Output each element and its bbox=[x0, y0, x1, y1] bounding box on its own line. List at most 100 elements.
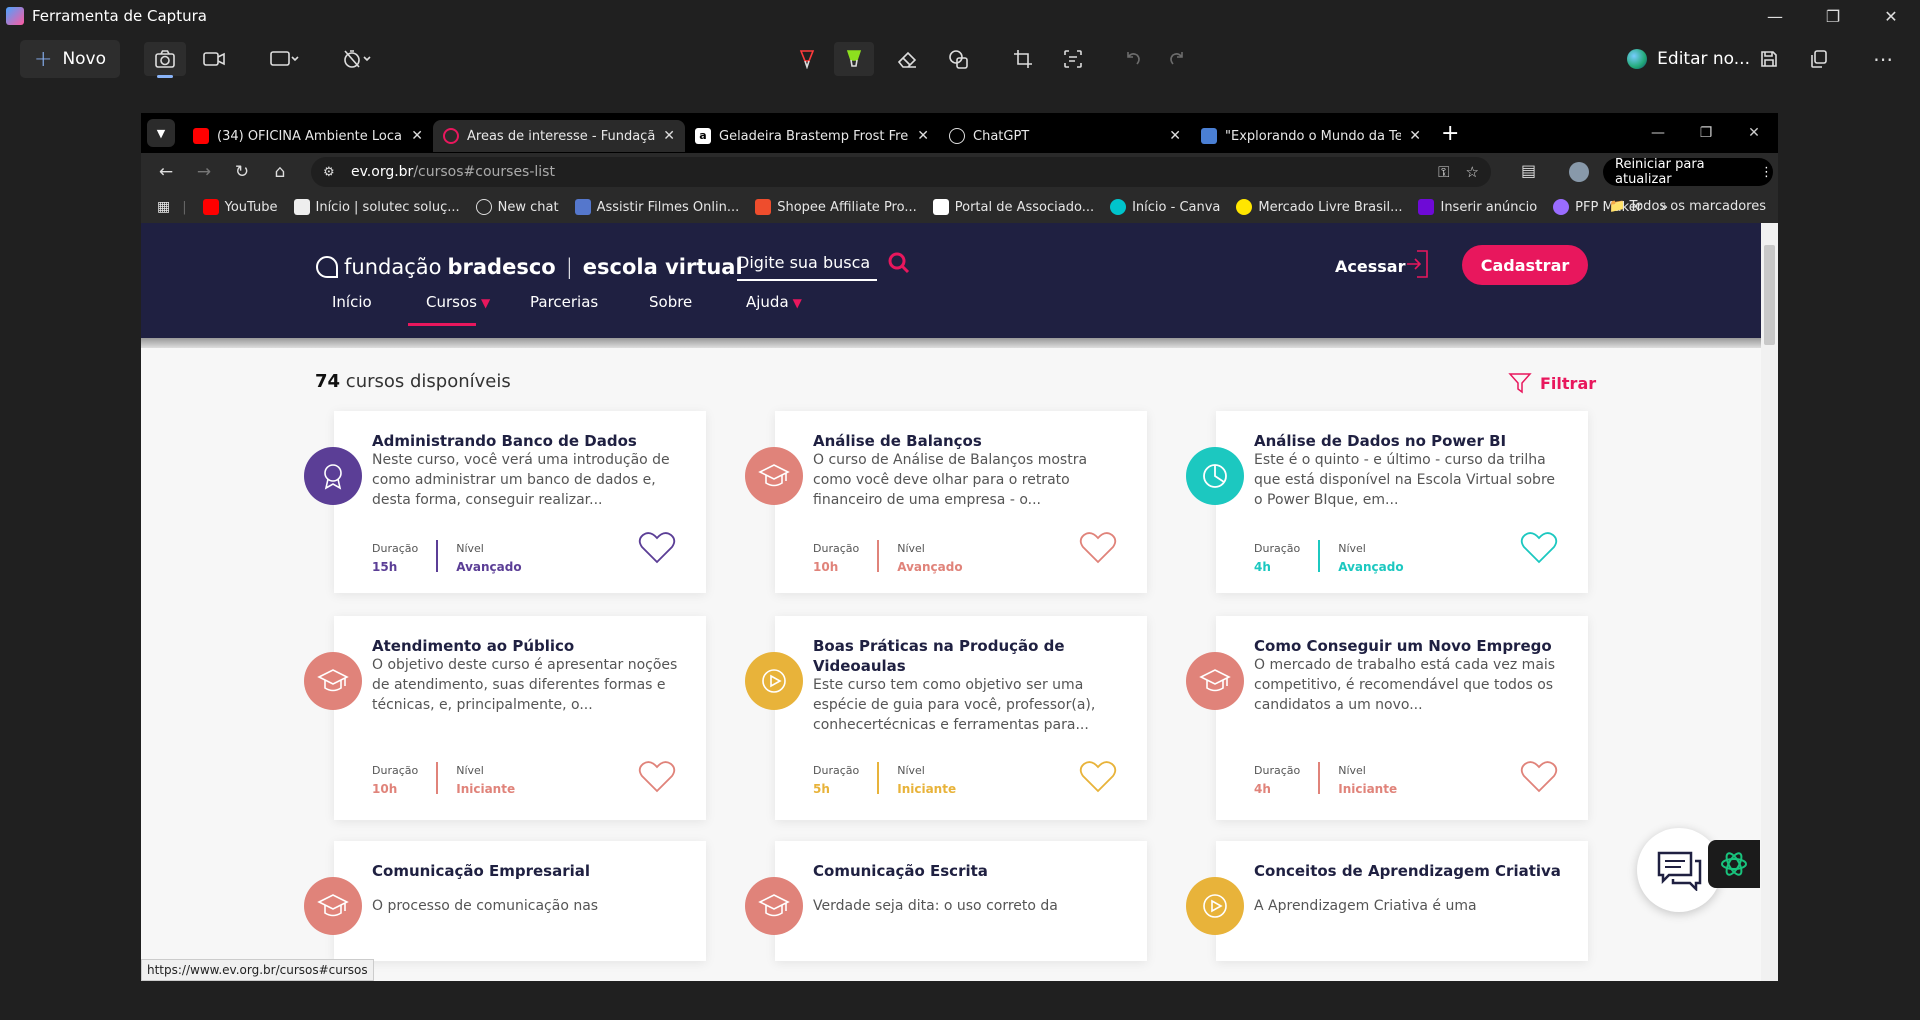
bookmark-mercado-livre[interactable]: Mercado Livre Brasil... bbox=[1236, 199, 1402, 215]
scrollbar-thumb[interactable] bbox=[1764, 245, 1775, 345]
bookmark-star-icon[interactable]: ☆ bbox=[1466, 163, 1479, 181]
course-card[interactable]: Análise de Balanços O curso de Análise de… bbox=[745, 411, 1147, 593]
nav-cursos[interactable]: Cursos ▼ bbox=[426, 293, 490, 311]
close-icon[interactable]: ✕ bbox=[1169, 128, 1181, 144]
bookmark-shopee[interactable]: Shopee Affiliate Pro... bbox=[755, 199, 917, 215]
password-key-icon[interactable]: ⚿ bbox=[1438, 163, 1449, 181]
tab-search-button[interactable]: ▼ bbox=[147, 119, 175, 147]
bookmark-amazon-associados[interactable]: Portal de Associado... bbox=[932, 199, 1094, 215]
text-actions-button[interactable] bbox=[1054, 42, 1092, 76]
more-options-button[interactable]: ⋯ bbox=[1866, 42, 1900, 76]
apps-grid-icon[interactable]: ▦ bbox=[157, 199, 170, 215]
course-title[interactable]: Administrando Banco de Dados bbox=[372, 431, 682, 451]
new-tab-button[interactable]: + bbox=[1441, 121, 1459, 146]
course-card[interactable]: Administrando Banco de Dados Neste curso,… bbox=[304, 411, 706, 593]
bookmark-filmes[interactable]: Assistir Filmes Onlin... bbox=[574, 199, 739, 215]
tab-explorando[interactable]: "Explorando o Mundo da Tecno ✕ bbox=[1191, 120, 1431, 152]
crop-button[interactable] bbox=[1004, 42, 1042, 76]
course-title[interactable]: Análise de Dados no Power BI bbox=[1254, 431, 1564, 451]
minimize-button[interactable]: — bbox=[1746, 0, 1804, 32]
close-icon[interactable]: ✕ bbox=[1409, 128, 1421, 144]
reload-button[interactable]: ↻ bbox=[223, 162, 261, 182]
fundacao-bradesco-logo[interactable]: fundação bradesco | escola virtual bbox=[316, 255, 743, 279]
tab-chatgpt[interactable]: ChatGPT ✕ bbox=[939, 120, 1191, 152]
search-input[interactable]: Digite sua busca bbox=[737, 253, 877, 281]
search-icon[interactable] bbox=[887, 251, 911, 275]
undo-icon bbox=[1127, 52, 1140, 65]
forward-button[interactable]: → bbox=[185, 162, 223, 182]
tab-youtube[interactable]: (34) OFICINA Ambiente Local Ja ✕ bbox=[183, 120, 433, 152]
site-header: fundação bradesco | escola virtual Digit… bbox=[141, 223, 1761, 348]
favorite-heart-icon[interactable] bbox=[1079, 531, 1117, 569]
video-mode-button[interactable] bbox=[194, 42, 234, 76]
edit-in-app-button[interactable]: Editar no... bbox=[1627, 42, 1750, 76]
site-info-icon[interactable]: ⚙ bbox=[323, 165, 335, 180]
home-button[interactable]: ⌂ bbox=[261, 162, 299, 182]
favorite-heart-icon[interactable] bbox=[1079, 760, 1117, 798]
undo-button[interactable] bbox=[1116, 42, 1150, 76]
browser-close-button[interactable]: ✕ bbox=[1730, 113, 1778, 153]
close-icon[interactable]: ✕ bbox=[663, 128, 675, 144]
course-title[interactable]: Como Conseguir um Novo Emprego bbox=[1254, 636, 1564, 656]
bookmark-new-chat[interactable]: New chat bbox=[475, 199, 559, 215]
course-card[interactable]: Análise de Dados no Power BI Este é o qui… bbox=[1186, 411, 1588, 593]
browser-restore-button[interactable]: ❐ bbox=[1682, 113, 1730, 153]
course-title[interactable]: Análise de Balanços bbox=[813, 431, 1123, 451]
course-card[interactable]: Comunicação Escrita Verdade seja dita: o … bbox=[745, 841, 1147, 961]
restart-to-update-button[interactable]: Reiniciar para atualizar ⋮ bbox=[1603, 157, 1773, 187]
profile-avatar[interactable] bbox=[1569, 162, 1589, 182]
shapes-button[interactable] bbox=[940, 42, 978, 76]
course-card[interactable]: Atendimento ao Público O objetivo deste c… bbox=[304, 616, 706, 820]
nav-sobre[interactable]: Sobre bbox=[649, 293, 692, 311]
close-button[interactable]: ✕ bbox=[1862, 0, 1920, 32]
favorite-heart-icon[interactable] bbox=[638, 531, 676, 569]
favorite-heart-icon[interactable] bbox=[638, 760, 676, 798]
login-link[interactable]: Acessar bbox=[1335, 257, 1405, 276]
ballpoint-pen-button[interactable] bbox=[788, 42, 826, 76]
course-title[interactable]: Conceitos de Aprendizagem Criativa bbox=[1254, 861, 1564, 881]
bookmarks-bar: ▦ | YouTube Início | solutec soluç... Ne… bbox=[141, 191, 1778, 223]
favorite-heart-icon[interactable] bbox=[1520, 760, 1558, 798]
bookmark-canva[interactable]: Início - Canva bbox=[1110, 199, 1220, 215]
nav-inicio[interactable]: Início bbox=[332, 293, 372, 311]
all-bookmarks-folder[interactable]: 📁 Todos os marcadores bbox=[1609, 199, 1766, 214]
extensions-icon[interactable]: ▤ bbox=[1521, 161, 1536, 180]
course-card[interactable]: Como Conseguir um Novo Emprego O mercado … bbox=[1186, 616, 1588, 820]
screenshot-mode-button[interactable] bbox=[144, 42, 186, 78]
signup-button[interactable]: Cadastrar bbox=[1462, 245, 1588, 285]
course-card[interactable]: Comunicação Empresarial O processo de com… bbox=[304, 841, 706, 961]
bookmark-olx[interactable]: Inserir anúncio bbox=[1418, 199, 1537, 215]
snip-mode-dropdown[interactable] bbox=[262, 42, 308, 76]
page-scrollbar[interactable] bbox=[1761, 223, 1778, 981]
course-title[interactable]: Atendimento ao Público bbox=[372, 636, 682, 656]
address-input[interactable]: ⚙ ev.org.br/cursos#courses-list ⚿ ☆ bbox=[311, 157, 1491, 187]
course-card[interactable]: Boas Práticas na Produção de Videoaulas E… bbox=[745, 616, 1147, 820]
maximize-button[interactable]: ❐ bbox=[1804, 0, 1862, 32]
course-title[interactable]: Comunicação Escrita bbox=[813, 861, 1123, 881]
eraser-button[interactable] bbox=[888, 42, 926, 76]
close-icon[interactable]: ✕ bbox=[917, 128, 929, 144]
bookmark-solutec[interactable]: Início | solutec soluç... bbox=[293, 199, 460, 215]
back-button[interactable]: ← bbox=[147, 162, 185, 182]
course-title[interactable]: Boas Práticas na Produção de Videoaulas bbox=[813, 636, 1123, 676]
new-capture-button[interactable]: + Novo bbox=[20, 40, 120, 78]
redo-button[interactable] bbox=[1160, 42, 1194, 76]
bookmark-youtube[interactable]: YouTube bbox=[202, 199, 278, 215]
favorite-heart-icon[interactable] bbox=[1520, 531, 1558, 569]
filter-button[interactable]: Filtrar bbox=[1508, 371, 1596, 395]
course-card[interactable]: Conceitos de Aprendizagem Criativa A Apre… bbox=[1186, 841, 1588, 961]
tab-amazon[interactable]: a Geladeira Brastemp Frost Free I ✕ bbox=[685, 120, 939, 152]
copy-button[interactable] bbox=[1802, 42, 1836, 76]
login-icon[interactable] bbox=[1405, 249, 1431, 279]
course-title[interactable]: Comunicação Empresarial bbox=[372, 861, 682, 881]
nav-ajuda[interactable]: Ajuda ▼ bbox=[746, 293, 802, 311]
close-icon[interactable]: ✕ bbox=[411, 128, 423, 144]
chatgpt-extension-button[interactable] bbox=[1708, 840, 1760, 888]
youtube-icon bbox=[193, 128, 209, 144]
save-button[interactable] bbox=[1752, 42, 1786, 76]
tab-fundacao-bradesco[interactable]: Áreas de interesse - Fundação B ✕ bbox=[433, 120, 685, 152]
browser-minimize-button[interactable]: — bbox=[1634, 113, 1682, 153]
highlighter-button[interactable] bbox=[834, 42, 874, 76]
nav-parcerias[interactable]: Parcerias bbox=[530, 293, 598, 311]
delay-dropdown[interactable] bbox=[334, 42, 380, 76]
